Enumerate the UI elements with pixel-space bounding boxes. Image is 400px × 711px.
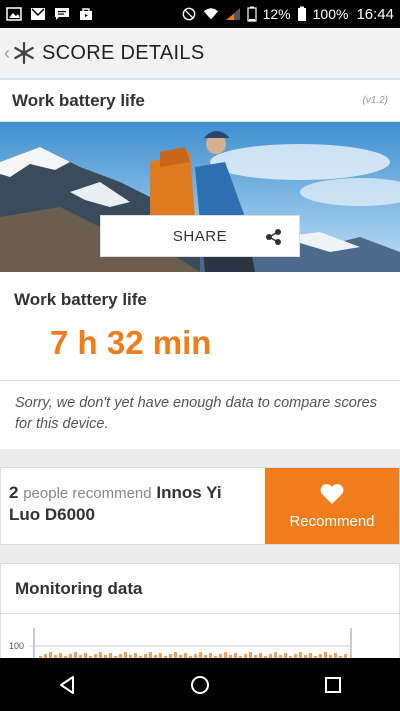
recommend-sub: people recommend bbox=[23, 485, 152, 502]
store-icon bbox=[80, 8, 92, 20]
y-tick-label: 100 bbox=[9, 641, 25, 651]
do-not-disturb-icon bbox=[182, 7, 195, 21]
recommend-text: 2 people recommend Innos Yi Luo D6000 bbox=[1, 468, 265, 544]
recents-icon[interactable] bbox=[322, 674, 344, 696]
monitoring-bars bbox=[29, 628, 352, 658]
battery-icon bbox=[297, 6, 306, 21]
monitoring-card: Monitoring data 100 bbox=[0, 563, 400, 658]
monitoring-title: Monitoring data bbox=[1, 564, 399, 614]
result-section: Work battery life 7 h 32 min bbox=[0, 272, 400, 380]
navigation-bar bbox=[0, 658, 400, 711]
version-label: (v1.2) bbox=[362, 95, 388, 106]
battery-small-icon bbox=[247, 6, 257, 22]
back-chevron-icon[interactable]: ‹ bbox=[4, 43, 10, 64]
gmail-icon bbox=[31, 8, 45, 20]
hero-image: SHARE bbox=[0, 122, 400, 272]
hero-card: Work battery life (v1.2) SHARE Work batt… bbox=[0, 80, 400, 449]
heart-icon bbox=[320, 483, 344, 504]
hero-title: Work battery life bbox=[12, 90, 145, 110]
share-label: SHARE bbox=[172, 227, 228, 245]
app-logo-icon[interactable] bbox=[12, 41, 36, 65]
home-icon[interactable] bbox=[189, 674, 211, 696]
hero-header: Work battery life (v1.2) bbox=[0, 80, 400, 122]
signal-icon bbox=[225, 8, 240, 20]
message-icon bbox=[55, 8, 69, 20]
content-scroll[interactable]: Work battery life (v1.2) SHARE Work batt… bbox=[0, 80, 400, 658]
result-label: Work battery life bbox=[14, 290, 147, 309]
image-icon bbox=[6, 7, 22, 21]
app-bar: ‹ SCORE DETAILS bbox=[0, 28, 400, 80]
battery-small-text: 12% bbox=[262, 6, 291, 22]
status-bar: 12% 100% 16:44 bbox=[0, 0, 400, 28]
clock: 16:44 bbox=[356, 5, 394, 23]
recommend-count: 2 bbox=[9, 483, 19, 502]
page-title: SCORE DETAILS bbox=[42, 41, 205, 64]
back-icon[interactable] bbox=[56, 674, 78, 696]
recommend-card: 2 people recommend Innos Yi Luo D6000 Re… bbox=[0, 467, 400, 545]
recommend-button[interactable]: Recommend bbox=[265, 468, 399, 544]
wifi-icon bbox=[203, 8, 218, 20]
battery-text: 100% bbox=[312, 6, 349, 22]
monitoring-chart: 100 bbox=[1, 614, 399, 658]
result-note: Sorry, we don't yet have enough data to … bbox=[0, 380, 400, 449]
share-icon bbox=[266, 229, 281, 245]
recommend-button-label: Recommend bbox=[289, 512, 375, 530]
result-value: 7 h 32 min bbox=[50, 324, 212, 361]
share-button[interactable]: SHARE bbox=[100, 215, 300, 257]
